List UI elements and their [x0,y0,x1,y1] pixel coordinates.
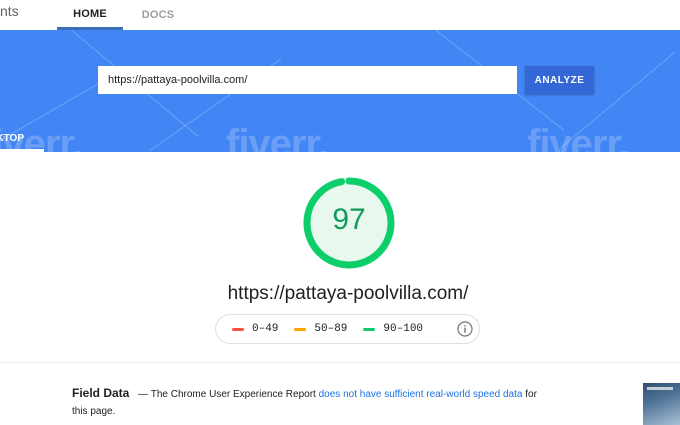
legend-swatch [232,327,244,331]
legend-label: 50–89 [314,323,348,335]
field-data-text: The Chrome User Experience Report [150,389,316,400]
performance-score: 97 [332,203,366,236]
analyzed-url: https://pattaya-poolvilla.com/ [227,283,469,304]
field-data-text-after: for [525,389,537,400]
info-icon[interactable] [457,321,473,337]
page-screenshot-thumbnail [643,383,680,425]
thumbnail-header [647,387,673,390]
field-data-text-continued: this page. [72,406,116,417]
header-banner: fiverr. fiverr. fiverr. ANALYZE KTOP [0,30,680,152]
legend-swatch [294,327,307,331]
legend-item-average: 50–89 [294,323,347,335]
tab-desktop[interactable]: KTOP [0,124,44,152]
tab-docs[interactable]: DOCS [127,0,189,30]
watermark-text: fiverr. [226,122,329,152]
score-legend: 0–49 50–89 90–100 [215,314,480,344]
legend-swatch [363,327,376,331]
legend-item-pass: 90–100 [363,323,423,335]
crux-link[interactable]: does not have sufficient real-world spee… [319,389,523,400]
url-input[interactable] [98,66,517,94]
field-data-summary: Field Data — The Chrome User Experience … [72,386,632,400]
top-nav: nts HOME DOCS [0,0,680,30]
watermark-text: fiverr. [527,122,630,152]
field-data-dash: — [138,389,149,400]
legend-label: 0–49 [252,323,279,335]
tab-home[interactable]: HOME [57,0,123,30]
app-brand-fragment: nts [0,3,19,19]
legend-item-fail: 0–49 [232,323,278,335]
section-divider [0,362,680,363]
legend-label: 90–100 [383,323,424,335]
field-data-title: Field Data [72,386,130,400]
active-tab-indicator [0,149,44,152]
analyze-button[interactable]: ANALYZE [525,66,594,94]
